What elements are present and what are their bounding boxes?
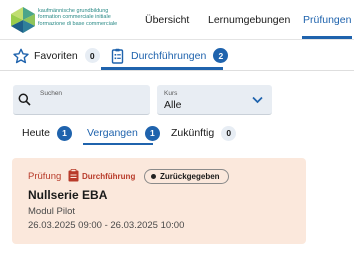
logo-text: kaufmännische grundbildung formation com…: [38, 8, 138, 27]
card-tag: Durchführung: [82, 172, 136, 181]
search-input[interactable]: Suchen: [13, 85, 150, 115]
status-badge: Zurückgegeben: [144, 169, 229, 184]
tab-durchfuehrungen[interactable]: Durchführungen 2: [110, 41, 229, 70]
filter-label: Heute: [22, 127, 51, 139]
card-subtitle: Modul Pilot: [28, 206, 75, 217]
logo-line: formazione di base commerciale: [38, 20, 118, 27]
card-title: Nullserie EBA: [28, 188, 108, 202]
star-icon: [13, 48, 29, 63]
count-badge: 1: [144, 125, 160, 141]
exam-card[interactable]: Prüfung Durchführung Zurückgegeben Nulls…: [12, 158, 306, 244]
card-date-range: 26.03.2025 09:00 - 26.03.2025 10:00: [28, 220, 185, 231]
status-dot-icon: [151, 174, 156, 179]
status-label: Zurückgegeben: [160, 172, 220, 181]
tab-favoriten[interactable]: Favoriten 0: [13, 41, 100, 70]
count-badge: 1: [57, 125, 73, 141]
filter-vergangen[interactable]: Vergangen 1: [87, 123, 160, 143]
course-select-value: Alle: [164, 99, 182, 111]
card-type-label: Prüfung: [28, 171, 62, 182]
logo-icon: [11, 7, 35, 33]
search-label: Suchen: [40, 90, 63, 97]
active-nav-indicator: [302, 36, 352, 39]
date-filter-tabs: Heute 1 Vergangen 1 Zukünftig 0: [0, 123, 354, 145]
course-select[interactable]: Kurs Alle: [157, 85, 272, 115]
filter-zukuenftig[interactable]: Zukünftig 0: [171, 123, 237, 143]
top-navigation-bar: kaufmännische grundbildung formation com…: [0, 0, 354, 40]
nav-item-uebersicht[interactable]: Übersicht: [145, 14, 189, 26]
nav-item-lernumgebungen[interactable]: Lernumgebungen: [208, 14, 290, 26]
filter-label: Zukünftig: [171, 127, 215, 139]
clipboard-icon: [68, 169, 79, 182]
tab-label: Durchführungen: [131, 49, 207, 62]
count-badge: 0: [221, 125, 237, 141]
filter-label: Vergangen: [87, 127, 138, 139]
chevron-down-icon: [252, 96, 263, 104]
count-badge: 2: [213, 48, 229, 63]
count-badge: 0: [84, 48, 100, 63]
active-tab-indicator: [101, 67, 223, 70]
filter-heute[interactable]: Heute 1: [22, 123, 73, 143]
active-filter-indicator: [83, 143, 153, 145]
tab-label: Favoriten: [34, 49, 78, 62]
course-select-label: Kurs: [164, 90, 178, 97]
clipboard-list-icon: [111, 48, 124, 64]
search-icon: [18, 93, 31, 106]
nav-item-pruefungen[interactable]: Prüfungen: [303, 14, 351, 26]
